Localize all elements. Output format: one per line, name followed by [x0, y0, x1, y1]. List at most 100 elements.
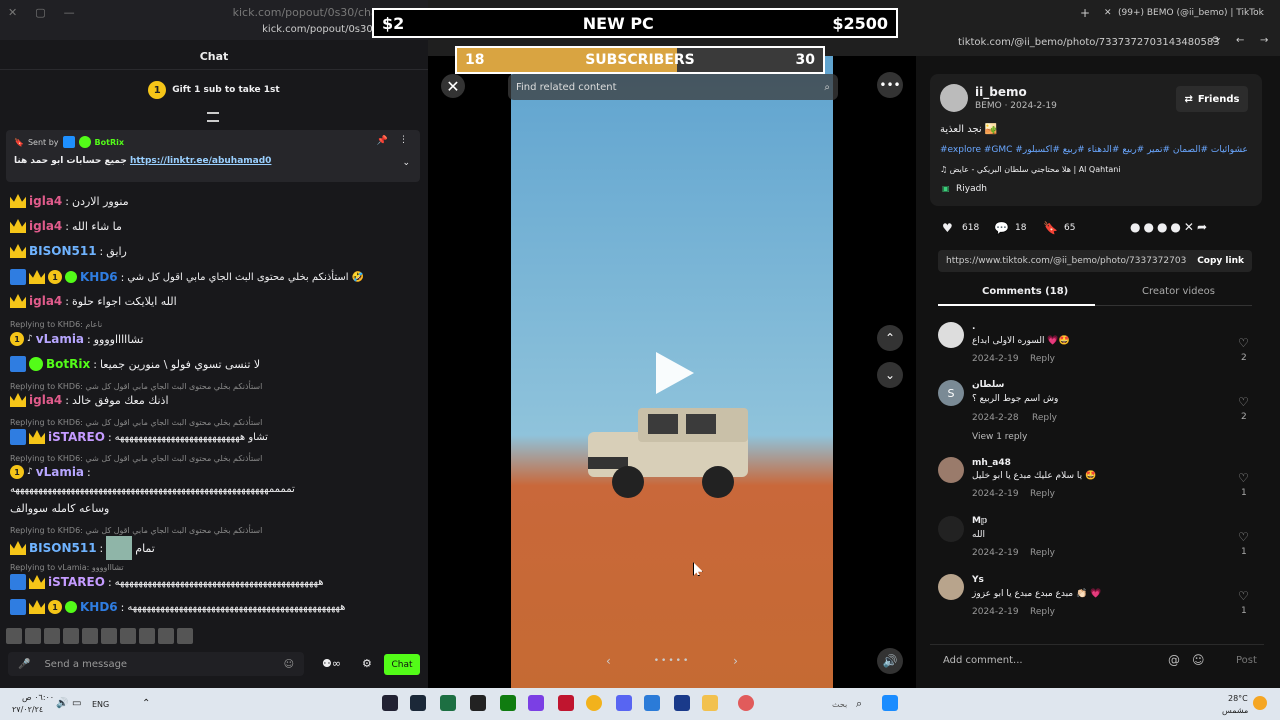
new-tab-icon[interactable]: +	[1080, 6, 1090, 20]
game-icon[interactable]	[528, 695, 544, 711]
add-comment-input[interactable]: Add comment...	[943, 655, 1023, 666]
view-replies-button[interactable]: View 1 reply	[972, 432, 1027, 442]
comment-like-icon[interactable]: ♡	[1238, 530, 1250, 544]
reply-button[interactable]: Reply	[1032, 413, 1057, 423]
commenter-name[interactable]: سلطان	[972, 380, 1004, 390]
forward-icon[interactable]: →	[1260, 35, 1268, 46]
chat-username[interactable]: KHD6	[80, 600, 118, 614]
network-icon[interactable]: ▭	[72, 698, 81, 709]
chevron-down-icon[interactable]: ⌄	[402, 158, 410, 168]
chat-send-button[interactable]: Chat	[384, 654, 420, 675]
commenter-avatar[interactable]	[938, 457, 964, 483]
mic-icon[interactable]: 🎤	[18, 659, 30, 670]
copy-link-button[interactable]: Copy link	[1197, 256, 1244, 266]
commenter-avatar[interactable]	[938, 322, 964, 348]
filter-icon[interactable]	[207, 112, 219, 122]
chat-username[interactable]: vLamia	[36, 332, 84, 346]
post-button[interactable]: Post	[1236, 655, 1257, 666]
language-indicator[interactable]: ENG	[92, 700, 109, 709]
chat-username[interactable]: igla4	[29, 194, 62, 208]
reply-context[interactable]: Replying to KHD6: استأذنكم بخلي محتوى ال…	[10, 526, 262, 535]
chat-username[interactable]: igla4	[29, 294, 62, 308]
back-icon[interactable]: ←	[1236, 35, 1244, 46]
chat-username[interactable]: igla4	[29, 219, 62, 233]
excel-icon[interactable]	[440, 695, 456, 711]
reply-button[interactable]: Reply	[1030, 354, 1055, 364]
discord-icon[interactable]	[616, 695, 632, 711]
comment-like-icon[interactable]: ♡	[1238, 395, 1250, 409]
emote-icon[interactable]	[82, 628, 98, 644]
store-icon[interactable]	[644, 695, 660, 711]
commenter-avatar[interactable]	[938, 574, 964, 600]
commenter-name[interactable]: M𝕡	[972, 516, 987, 526]
chrome-icon[interactable]	[586, 695, 602, 711]
taskbar-app-icon[interactable]	[382, 695, 398, 711]
author-handle[interactable]: ii_bemo	[975, 85, 1027, 99]
maximize-icon[interactable]: ▢	[35, 6, 45, 19]
commenter-avatar[interactable]: S	[938, 380, 964, 406]
prev-photo-icon[interactable]: ‹	[606, 654, 611, 668]
volume-icon[interactable]: 🔊	[877, 648, 903, 674]
windows-start-icon[interactable]	[882, 695, 898, 711]
xbox-icon[interactable]	[500, 695, 516, 711]
volume-tray-icon[interactable]: 🔊	[56, 698, 68, 709]
close-icon[interactable]: ✕	[8, 6, 17, 19]
comment-like-icon[interactable]: ♡	[1238, 471, 1250, 485]
commenter-name[interactable]: Ys	[972, 575, 984, 585]
emote-icon[interactable]	[120, 628, 136, 644]
tiktok-tab-title[interactable]: (99+) BEMO (@ii_bemo) | TikTok	[1118, 8, 1264, 18]
comment-like-icon[interactable]: ♡	[1238, 589, 1250, 603]
reply-context[interactable]: Replying to KHD6: استأذنكم بخلي محتوى ال…	[10, 418, 262, 427]
previous-video-icon[interactable]: ⌃	[877, 325, 903, 351]
steam-icon[interactable]	[410, 695, 426, 711]
emote-icon[interactable]	[25, 628, 41, 644]
find-related-input[interactable]: Find related content ⌕	[508, 74, 838, 100]
chevron-up-icon[interactable]: ⌃	[142, 698, 150, 709]
close-viewer-icon[interactable]: ✕	[441, 74, 465, 98]
app-blue-icon[interactable]	[674, 695, 690, 711]
hashtags[interactable]: #explore #GMC #عشوائيات #الصمان #تمير #ر…	[940, 145, 1250, 155]
more-options-icon[interactable]: •••	[877, 72, 903, 98]
emoji-icon[interactable]: ☺	[1192, 653, 1205, 667]
tiktok-url[interactable]: tiktok.com/@ii_bemo/photo/73373727031434…	[958, 37, 1220, 48]
emote-icon[interactable]	[44, 628, 60, 644]
reply-button[interactable]: Reply	[1030, 548, 1055, 558]
comment-like-icon[interactable]: ♡	[1238, 336, 1250, 350]
search-text[interactable]: بحث	[832, 700, 847, 709]
minimize-icon[interactable]: —	[64, 6, 75, 19]
location[interactable]: Riyadh	[956, 184, 987, 194]
users-icon[interactable]: ⚉∞	[322, 657, 341, 670]
commenter-name[interactable]: .	[972, 322, 975, 332]
folder-icon[interactable]	[702, 695, 718, 711]
chat-username[interactable]: KHD6	[80, 270, 118, 284]
avatar[interactable]	[940, 84, 968, 112]
app-g-icon[interactable]	[470, 695, 486, 711]
chat-input-field[interactable]: 🎤 Send a message ☺	[8, 652, 304, 676]
emote-icon[interactable]	[158, 628, 174, 644]
search-icon[interactable]: ⌕	[856, 697, 862, 711]
pinned-link[interactable]: https://linktr.ee/abuhamad0	[130, 156, 271, 166]
emote-icon[interactable]	[101, 628, 117, 644]
reply-context[interactable]: Replying to KHD6: استأذنكم بخلي محتوى ال…	[10, 454, 262, 463]
bookmark-icon[interactable]: 🔖	[1043, 221, 1058, 235]
chat-username[interactable]: vLamia	[36, 465, 84, 479]
chat-username[interactable]: iSTAREO	[48, 575, 105, 589]
chat-username[interactable]: igla4	[29, 393, 62, 407]
mention-icon[interactable]: @	[1168, 653, 1180, 667]
app-red-icon[interactable]	[558, 695, 574, 711]
next-video-icon[interactable]: ⌄	[877, 362, 903, 388]
tab-close-icon[interactable]: ✕	[1104, 8, 1112, 18]
reload-icon[interactable]: ⟳	[1212, 35, 1220, 46]
gear-icon[interactable]: ⚙	[362, 657, 372, 670]
pin-toggle-icon[interactable]: 📌	[377, 136, 388, 146]
friends-button[interactable]: ⇄ Friends	[1176, 86, 1248, 112]
gift-sub-bar[interactable]: 1 Gift 1 sub to take 1st	[0, 78, 428, 102]
tab-comments[interactable]: Comments (18)	[982, 286, 1068, 297]
reply-context[interactable]: Replying to KHD6: ناعام	[10, 320, 102, 329]
emote-icon[interactable]	[139, 628, 155, 644]
more-options-icon[interactable]: ⋮	[399, 135, 408, 145]
reply-button[interactable]: Reply	[1030, 489, 1055, 499]
commenter-avatar[interactable]	[938, 516, 964, 542]
chat-username[interactable]: BISON511	[29, 244, 97, 258]
search-icon[interactable]: ⌕	[824, 82, 830, 93]
